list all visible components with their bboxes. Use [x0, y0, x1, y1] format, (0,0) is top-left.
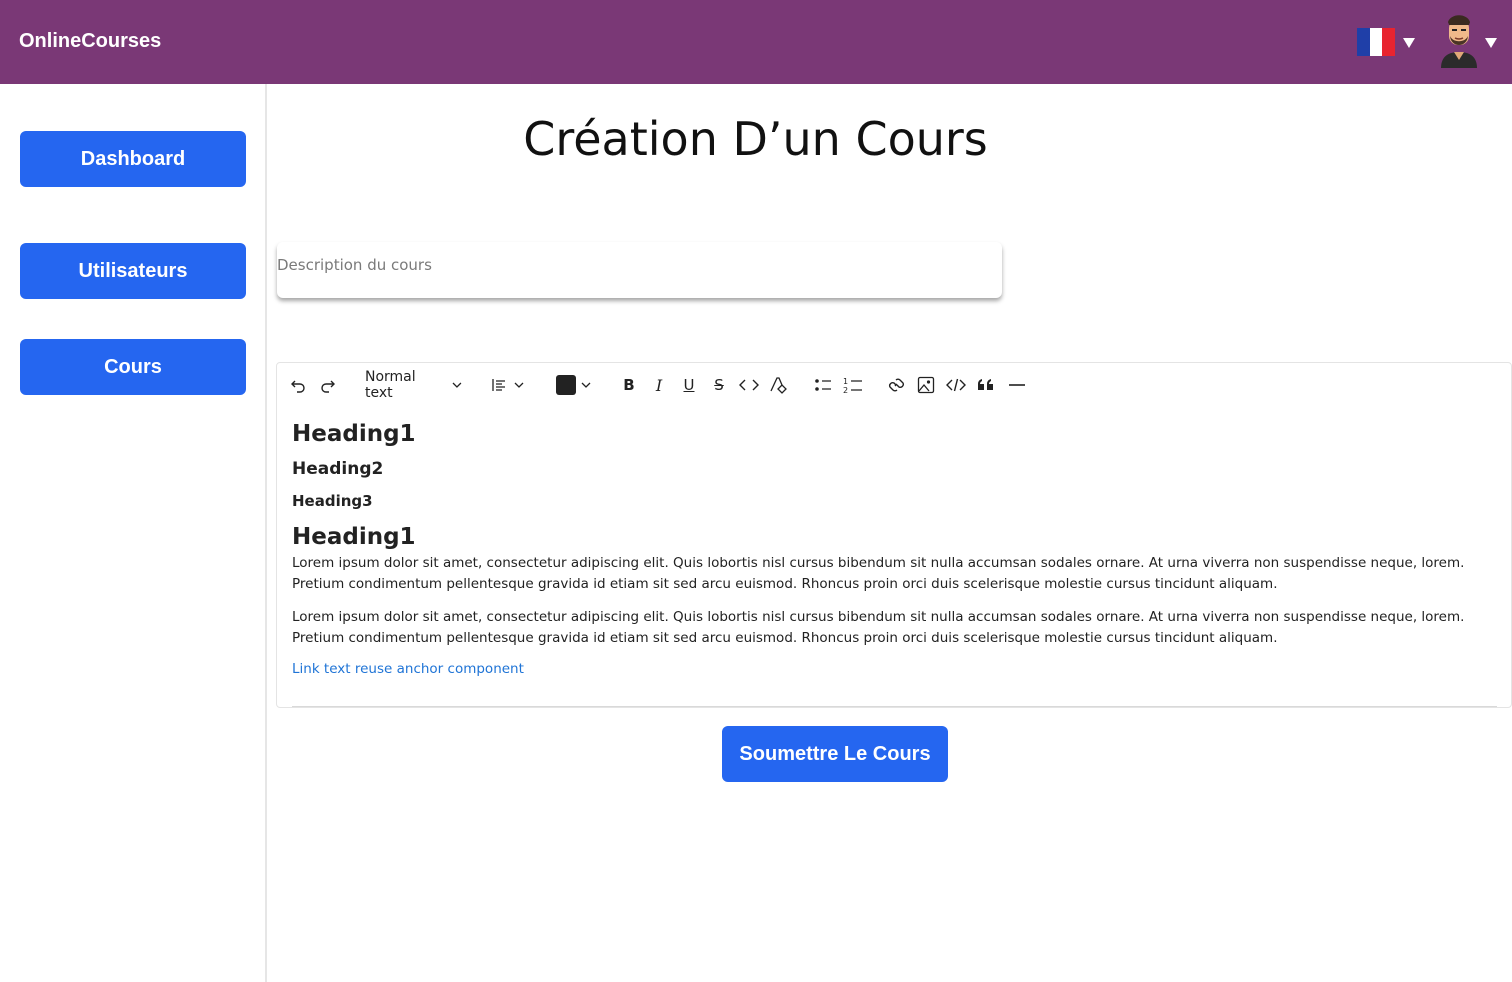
text-color-select[interactable] [556, 375, 594, 395]
link-icon[interactable] [886, 375, 906, 395]
redo-icon[interactable] [319, 375, 337, 395]
code-block-icon[interactable] [945, 375, 967, 395]
numbered-list-icon[interactable]: 12 [842, 375, 864, 395]
flag-stripe-blue [1357, 28, 1370, 56]
block-type-select[interactable]: Normal text [365, 369, 463, 401]
underline-icon[interactable]: U [680, 375, 698, 395]
clear-format-icon[interactable] [768, 375, 788, 395]
blockquote-icon[interactable] [976, 375, 996, 395]
flag-stripe-white [1369, 28, 1383, 56]
align-select[interactable] [491, 375, 529, 395]
svg-text:1: 1 [843, 377, 848, 386]
svg-text:2: 2 [843, 386, 848, 394]
submit-course-button[interactable]: Soumettre Le Cours [722, 726, 948, 782]
rich-text-editor: Normal text B I U S 1 2 Heading1 Heading… [276, 362, 1512, 708]
language-dropdown-caret-icon[interactable] [1403, 38, 1415, 48]
sidebar-item-dashboard[interactable]: Dashboard [20, 131, 246, 187]
undo-icon[interactable] [289, 375, 307, 395]
content-heading1-b: Heading1 [292, 524, 416, 550]
flag-stripe-red [1382, 28, 1396, 56]
editor-content[interactable]: Heading1 Heading2 Heading3 Heading1 Lore… [292, 419, 1497, 677]
content-heading2: Heading2 [292, 459, 384, 479]
bold-icon[interactable]: B [620, 375, 638, 395]
chevron-down-icon [452, 382, 462, 388]
course-description-input[interactable] [277, 242, 1002, 298]
brand-logo[interactable]: OnlineCourses [19, 30, 161, 53]
sidebar-item-utilisateurs[interactable]: Utilisateurs [20, 243, 246, 299]
content-paragraph-2: Lorem ipsum dolor sit amet, consectetur … [292, 609, 1465, 646]
chevron-down-icon [514, 382, 524, 388]
inline-code-icon[interactable] [738, 375, 760, 395]
align-icon [492, 379, 505, 391]
chevron-down-icon [581, 382, 591, 388]
horizontal-rule-icon[interactable] [1006, 375, 1028, 395]
top-bar: OnlineCourses [0, 0, 1512, 84]
bullet-list-icon[interactable] [813, 375, 833, 395]
italic-icon[interactable]: I [650, 375, 668, 395]
editor-divider [292, 706, 1497, 707]
content-heading3: Heading3 [292, 492, 373, 510]
editor-toolbar: Normal text B I U S 1 2 [277, 363, 1511, 407]
strikethrough-icon[interactable]: S [710, 375, 728, 395]
text-color-icon [556, 375, 576, 395]
content-paragraph-1: Lorem ipsum dolor sit amet, consectetur … [292, 555, 1465, 592]
sidebar: Dashboard Utilisateurs Cours [0, 84, 267, 982]
france-flag-icon[interactable] [1357, 28, 1396, 56]
user-menu-caret-icon[interactable] [1485, 38, 1497, 48]
block-type-label: Normal text [365, 369, 416, 401]
page-title: Création D’un Cours [523, 112, 988, 166]
content-link[interactable]: Link text reuse anchor component [292, 661, 1497, 677]
image-icon[interactable] [916, 375, 936, 395]
sidebar-item-cours[interactable]: Cours [20, 339, 246, 395]
content-heading1: Heading1 [292, 421, 416, 447]
user-avatar-icon[interactable] [1437, 10, 1481, 68]
